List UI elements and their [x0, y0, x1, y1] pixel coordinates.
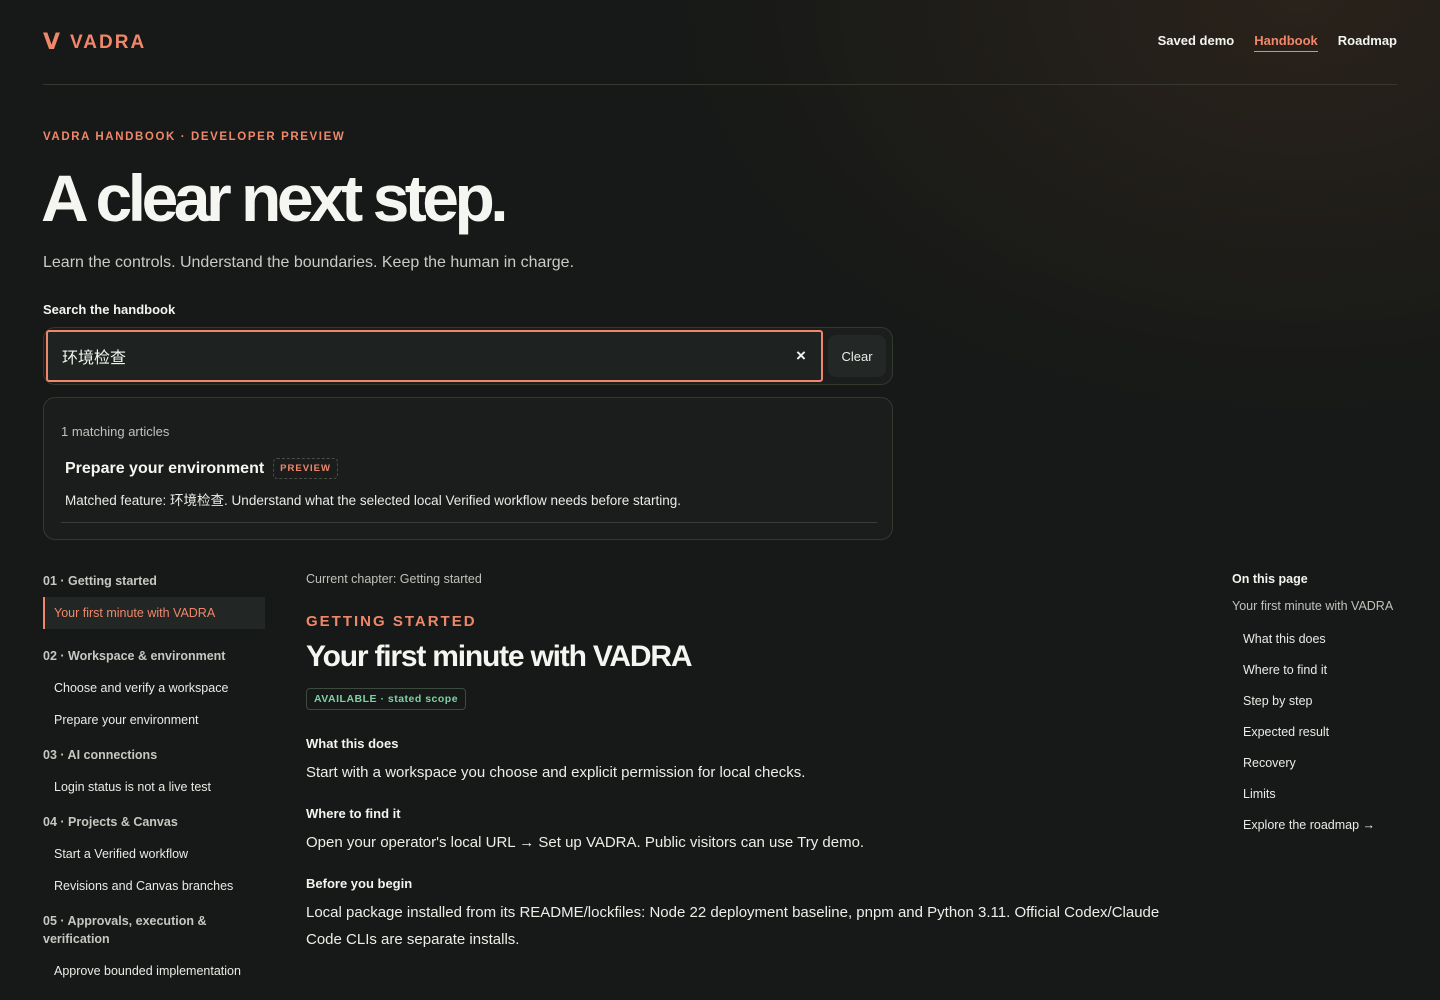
toc-item-recovery[interactable]: Recovery: [1232, 756, 1412, 770]
nav-handbook[interactable]: Handbook: [1254, 33, 1318, 52]
sidebar-group-title: 01 · Getting started: [43, 574, 157, 588]
sidebar-group-title: 05 · Approvals, execution & verification: [43, 914, 207, 946]
current-chapter: Current chapter: Getting started: [306, 572, 482, 586]
sidebar-item-verified-workflow[interactable]: Start a Verified workflow: [43, 838, 265, 870]
sidebar-item-login-status[interactable]: Login status is not a live test: [43, 771, 265, 803]
toc-item-expected-result[interactable]: Expected result: [1232, 725, 1412, 739]
nav-roadmap[interactable]: Roadmap: [1338, 33, 1397, 52]
results-count: 1 matching articles: [61, 424, 170, 439]
sidebar-group-title: 04 · Projects & Canvas: [43, 815, 178, 829]
toc-item-step-by-step[interactable]: Step by step: [1232, 694, 1412, 708]
result-title-row: Prepare your environment PREVIEW: [65, 458, 338, 479]
logo-mark-icon: V: [43, 30, 61, 55]
clear-button[interactable]: Clear: [828, 335, 886, 377]
toc-item-limits[interactable]: Limits: [1232, 787, 1412, 801]
sidebar-item-first-minute[interactable]: Your first minute with VADRA: [43, 597, 265, 629]
site-header: V VADRA Saved demo Handbook Roadmap: [43, 0, 1397, 85]
sidebar-item-choose-workspace[interactable]: Choose and verify a workspace: [43, 672, 265, 704]
vadra-logo[interactable]: V VADRA: [43, 30, 146, 55]
page-title: A clear next step.: [41, 161, 509, 235]
result-description: Matched feature: 环境检查. Understand what t…: [65, 493, 682, 508]
section-heading: What this does: [306, 736, 399, 751]
chapter-sidebar: 01 · Getting started Your first minute w…: [43, 572, 265, 987]
sidebar-item-approve-implementation[interactable]: Approve bounded implementation: [43, 955, 265, 987]
article-main: Current chapter: Getting started GETTING…: [306, 572, 1186, 953]
section-text: Start with a workspace you choose and ex…: [306, 764, 806, 781]
article-title: Your first minute with VADRA: [306, 640, 692, 673]
section-heading: Before you begin: [306, 876, 413, 891]
nav-saved-demo[interactable]: Saved demo: [1158, 33, 1235, 52]
chapter-eyebrow: GETTING STARTED: [306, 613, 477, 630]
on-this-page: On this page Your first minute with VADR…: [1232, 572, 1412, 832]
search-input-box: ×: [46, 330, 823, 382]
sidebar-group-title: 03 · AI connections: [43, 748, 158, 762]
status-badge: AVAILABLE · stated scope: [306, 688, 467, 710]
preview-badge: PREVIEW: [273, 458, 338, 479]
logo-text: VADRA: [70, 31, 147, 53]
section-text: Local package installed from its README/…: [306, 904, 1160, 948]
section-text: Open your operator's local URL → Set up …: [306, 834, 865, 851]
search-label: Search the handbook: [43, 302, 176, 317]
search-results: 1 matching articles Prepare your environ…: [43, 397, 893, 540]
sidebar-item-prepare-environment[interactable]: Prepare your environment: [43, 704, 265, 736]
result-item[interactable]: Prepare your environment PREVIEW Matched…: [61, 452, 877, 523]
toc-title: On this page: [1232, 572, 1308, 586]
toc-item-what-this-does[interactable]: What this does: [1232, 632, 1412, 646]
section-heading: Where to find it: [306, 806, 401, 821]
toc-item-where-to-find[interactable]: Where to find it: [1232, 663, 1412, 677]
result-title[interactable]: Prepare your environment: [65, 460, 264, 478]
toc-item-explore-roadmap[interactable]: Explore the roadmap →: [1232, 818, 1412, 832]
close-icon[interactable]: ×: [781, 332, 821, 380]
sidebar-item-revisions-branches[interactable]: Revisions and Canvas branches: [43, 870, 265, 902]
hero-subtitle: Learn the controls. Understand the bound…: [43, 254, 575, 271]
toc-current: Your first minute with VADRA: [1232, 599, 1394, 613]
top-nav: Saved demo Handbook Roadmap: [1158, 33, 1397, 52]
sidebar-group-title: 02 · Workspace & environment: [43, 649, 226, 663]
search-input[interactable]: [48, 332, 781, 380]
hero-eyebrow: VADRA HANDBOOK · DEVELOPER PREVIEW: [43, 131, 346, 143]
search-bar: × Clear: [43, 327, 893, 385]
